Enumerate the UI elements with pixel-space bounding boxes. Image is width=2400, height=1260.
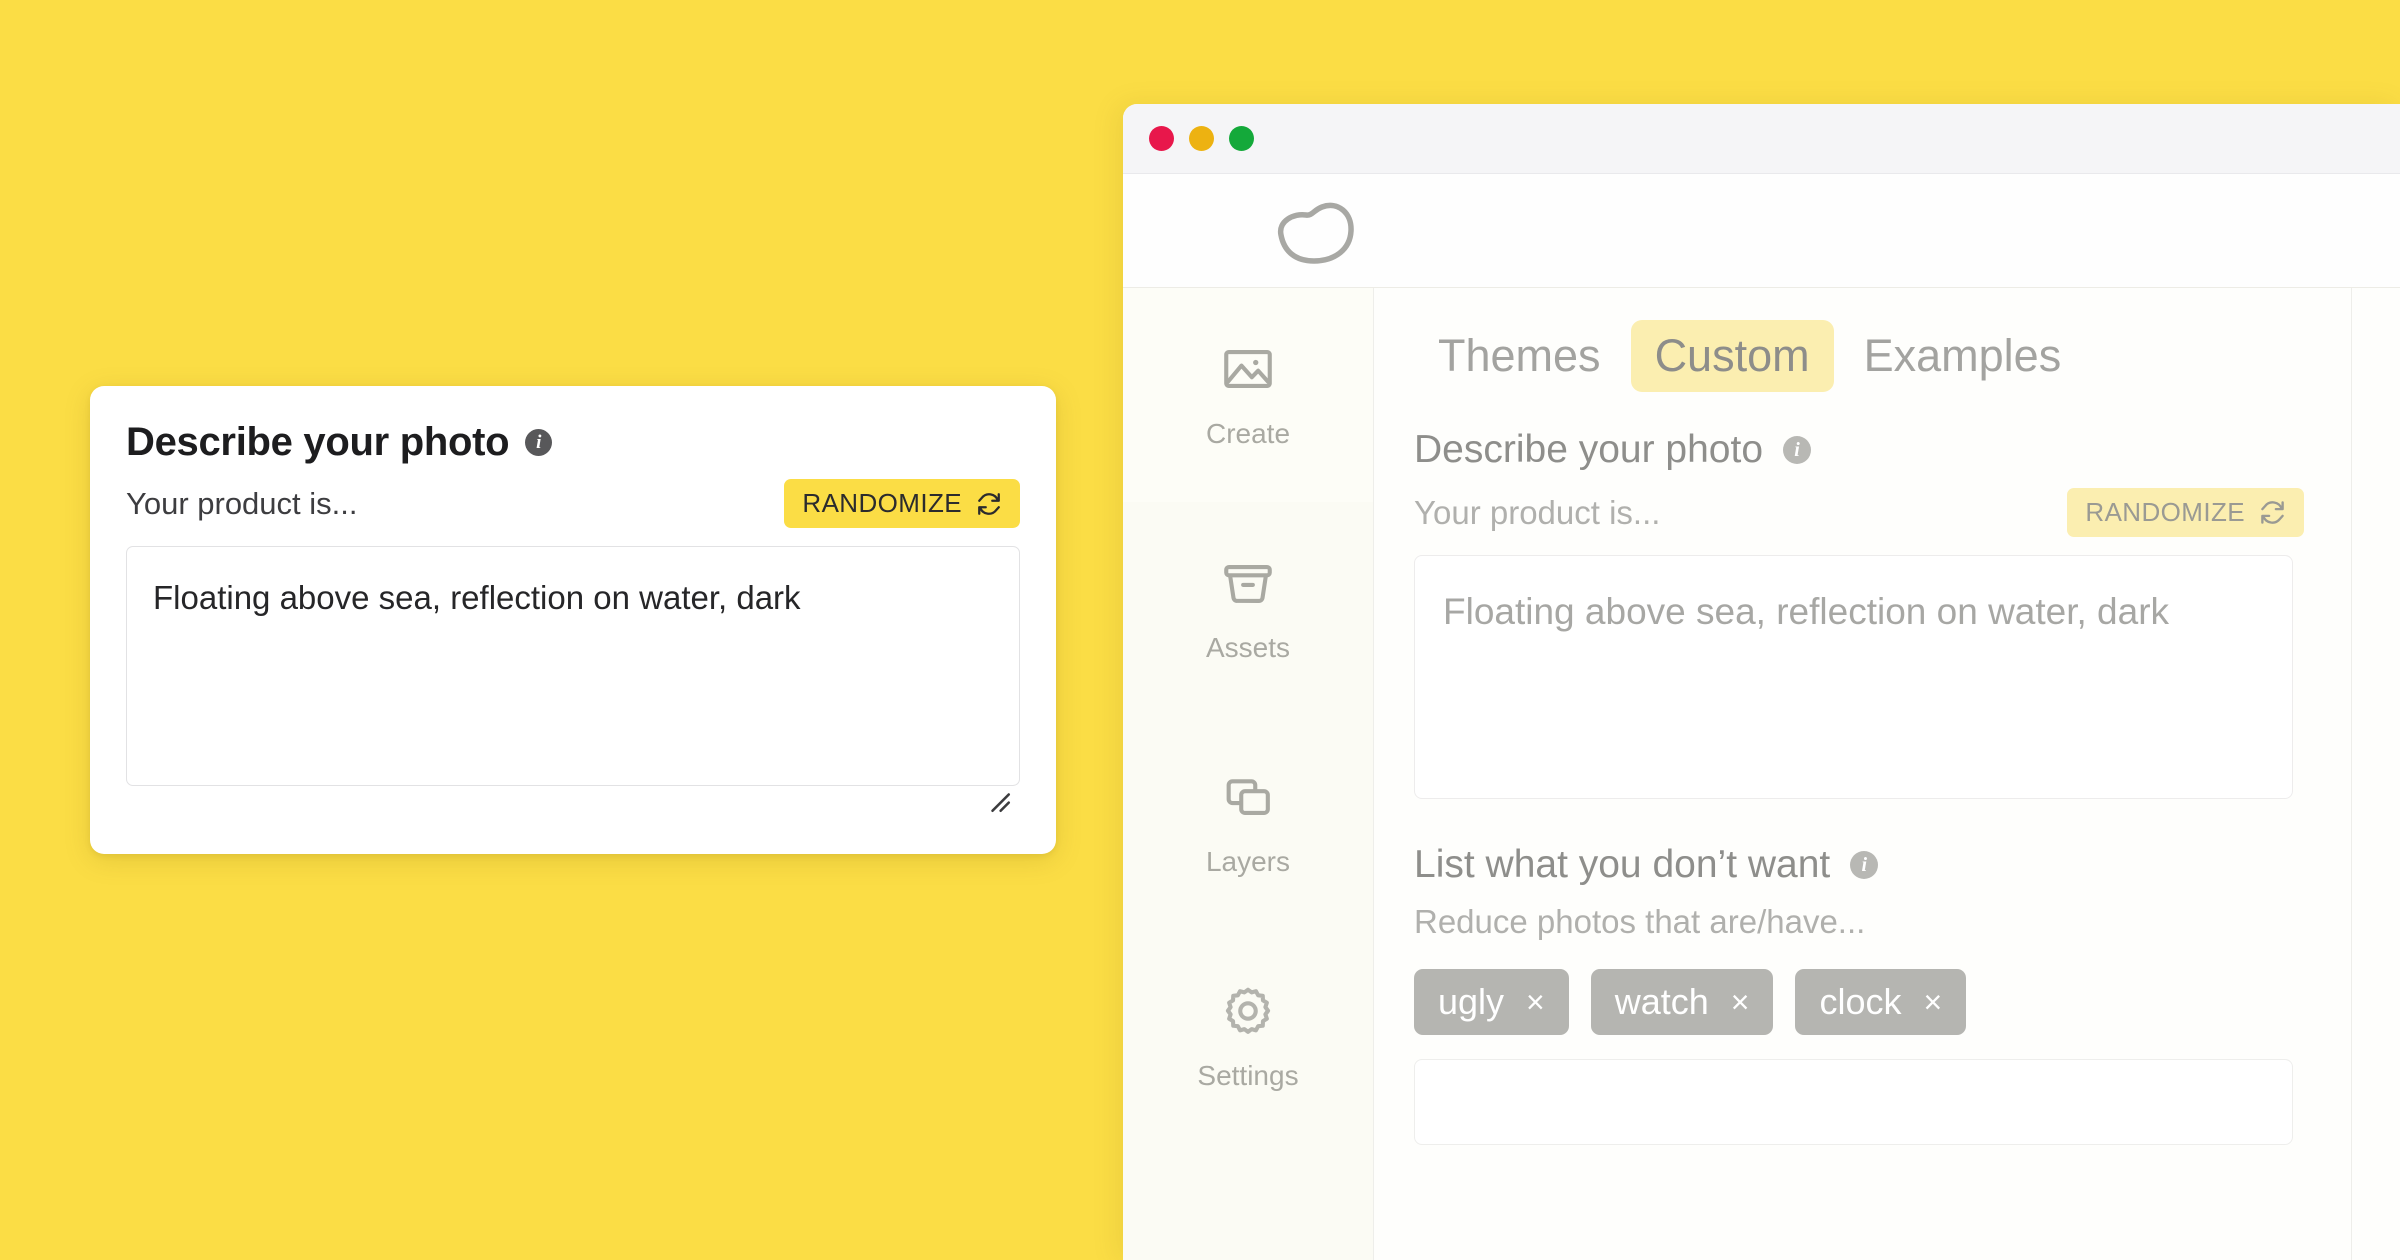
describe-photo-sub-row: Your product is... RANDOMIZE bbox=[1414, 488, 2400, 537]
photo-description-textarea[interactable]: Floating above sea, reflection on water,… bbox=[1414, 555, 2293, 799]
tag-label: watch bbox=[1614, 981, 1709, 1022]
randomize-button[interactable]: RANDOMIZE bbox=[2067, 488, 2304, 537]
page-title: Describe your photo bbox=[126, 420, 510, 464]
sync-icon bbox=[2259, 499, 2286, 526]
sidebar: Create Assets Layers Settings bbox=[1123, 288, 1373, 1260]
zoom-card-title-row: Describe your photo i bbox=[126, 420, 1020, 465]
close-icon[interactable] bbox=[1149, 126, 1174, 151]
image-icon bbox=[1219, 340, 1277, 398]
window-body: Create Assets Layers Settings Themes Cus… bbox=[1123, 288, 2400, 1260]
sidebar-item-label: Settings bbox=[1197, 1060, 1299, 1091]
exclude-sub-row: Reduce photos that are/have... bbox=[1414, 903, 2400, 941]
maximize-icon[interactable] bbox=[1229, 126, 1254, 151]
info-icon[interactable]: i bbox=[1850, 851, 1879, 879]
layers-icon bbox=[1219, 768, 1277, 826]
info-icon[interactable]: i bbox=[1783, 436, 1812, 464]
sync-icon bbox=[976, 491, 1002, 517]
describe-photo-title-row: Describe your photo i bbox=[1414, 428, 2400, 472]
window-titlebar bbox=[1123, 104, 2400, 174]
exclude-title-row: List what you don’t want i bbox=[1414, 843, 2400, 887]
zoom-card-sub-row: Your product is... RANDOMIZE bbox=[126, 479, 1020, 528]
randomize-button-label: RANDOMIZE bbox=[2085, 497, 2245, 527]
sidebar-item-label: Assets bbox=[1205, 632, 1291, 663]
describe-photo-zoom-card: Describe your photo i Your product is...… bbox=[90, 386, 1056, 854]
tag-remove-icon[interactable]: × bbox=[1731, 986, 1750, 1018]
sidebar-item-settings[interactable]: Settings bbox=[1123, 930, 1373, 1144]
exclude-description-label: Reduce photos that are/have... bbox=[1414, 903, 1866, 940]
blob-logo-icon[interactable] bbox=[1268, 195, 1360, 267]
tab-bar: Themes Custom Examples bbox=[1414, 320, 2400, 392]
randomize-button[interactable]: RANDOMIZE bbox=[784, 479, 1020, 528]
describe-photo-title: Describe your photo bbox=[1414, 428, 1764, 471]
tag-chip[interactable]: ugly × bbox=[1414, 969, 1569, 1035]
tag-remove-icon[interactable]: × bbox=[1526, 986, 1545, 1018]
sidebar-item-label: Layers bbox=[1205, 846, 1291, 877]
randomize-button-label: RANDOMIZE bbox=[802, 488, 962, 518]
tab-examples[interactable]: Examples bbox=[1840, 320, 2086, 392]
product-description-label: Your product is... bbox=[1414, 493, 1661, 531]
exclude-tag-input[interactable] bbox=[1414, 1059, 2293, 1145]
main-content: Themes Custom Examples Describe your pho… bbox=[1373, 288, 2400, 1260]
sidebar-item-assets[interactable]: Assets bbox=[1123, 502, 1373, 716]
sidebar-item-label: Create bbox=[1205, 418, 1291, 449]
tag-label: ugly bbox=[1438, 981, 1505, 1022]
resize-grip-icon[interactable] bbox=[986, 788, 1012, 814]
minimize-icon[interactable] bbox=[1189, 126, 1214, 151]
gear-icon bbox=[1219, 982, 1277, 1040]
tab-themes[interactable]: Themes bbox=[1414, 320, 1625, 392]
product-description-label: Your product is... bbox=[126, 485, 358, 521]
tag-chip[interactable]: watch × bbox=[1590, 969, 1774, 1035]
app-window: Create Assets Layers Settings Themes Cus… bbox=[1123, 104, 2400, 1260]
info-icon[interactable]: i bbox=[525, 429, 553, 456]
exclude-title: List what you don’t want bbox=[1414, 843, 1831, 886]
app-brand-bar bbox=[1123, 174, 2400, 288]
tag-remove-icon[interactable]: × bbox=[1924, 986, 1943, 1018]
sidebar-item-layers[interactable]: Layers bbox=[1123, 716, 1373, 930]
sidebar-item-create[interactable]: Create bbox=[1123, 288, 1373, 502]
tab-custom[interactable]: Custom bbox=[1630, 320, 1834, 392]
tag-chip[interactable]: clock × bbox=[1795, 969, 1967, 1035]
photo-description-textarea[interactable]: Floating above sea, reflection on water,… bbox=[126, 546, 1020, 786]
exclude-tags-list: ugly × watch × clock × bbox=[1414, 969, 2400, 1035]
basket-icon bbox=[1219, 554, 1277, 612]
section-divider-space bbox=[1414, 799, 2400, 843]
tag-label: clock bbox=[1819, 981, 1902, 1022]
